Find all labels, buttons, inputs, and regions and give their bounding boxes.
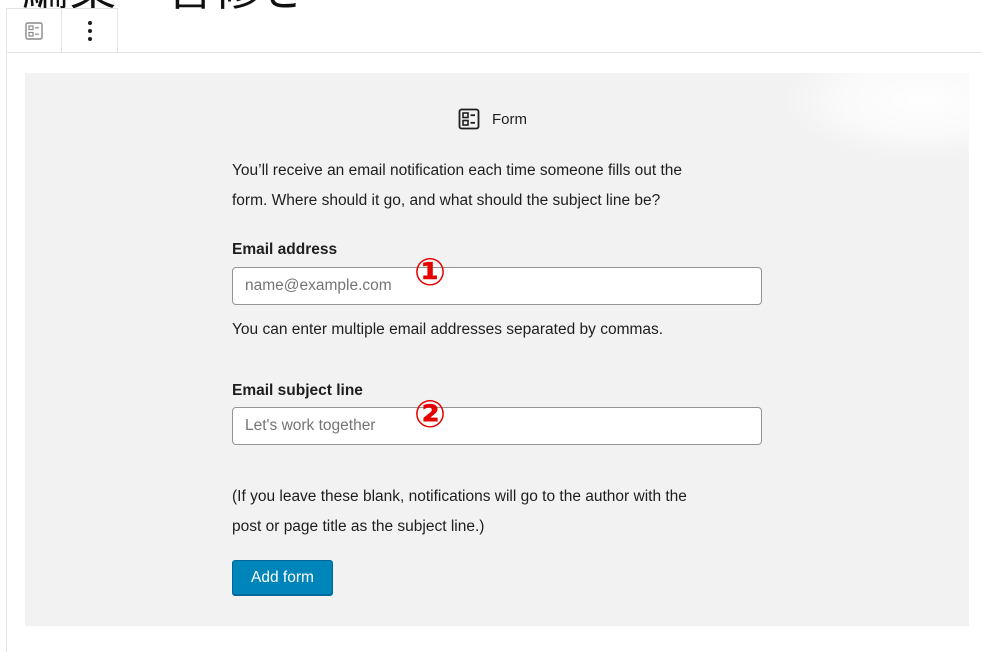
- email-address-input[interactable]: [232, 267, 762, 305]
- form-description: You’ll receive an email notification eac…: [232, 156, 772, 216]
- form-title-label: Form: [492, 110, 527, 128]
- block-toolbar: [6, 8, 118, 53]
- more-options-button[interactable]: [62, 9, 117, 53]
- annotation-marker-1: ①: [414, 250, 447, 294]
- block-type-button[interactable]: [7, 9, 63, 53]
- form-description-line: You’ll receive an email notification eac…: [232, 162, 683, 179]
- add-form-button[interactable]: Add form: [232, 560, 333, 596]
- form-icon: [25, 22, 43, 40]
- note-line: post or page title as the subject line.): [232, 518, 485, 535]
- email-subject-input[interactable]: [232, 407, 762, 445]
- form-description-line: form. Where should it go, and what shoul…: [232, 192, 661, 209]
- blank-fields-note: (If you leave these blank, notifications…: [232, 482, 772, 542]
- email-address-help: You can enter multiple email addresses s…: [232, 321, 664, 338]
- form-icon: [458, 108, 480, 130]
- form-block-title: Form: [458, 108, 527, 130]
- email-address-label: Email address: [232, 241, 338, 258]
- note-line: (If you leave these blank, notifications…: [232, 488, 687, 505]
- annotation-marker-2: ②: [414, 392, 447, 436]
- email-subject-label: Email subject line: [232, 382, 363, 399]
- more-vertical-icon: [87, 21, 92, 41]
